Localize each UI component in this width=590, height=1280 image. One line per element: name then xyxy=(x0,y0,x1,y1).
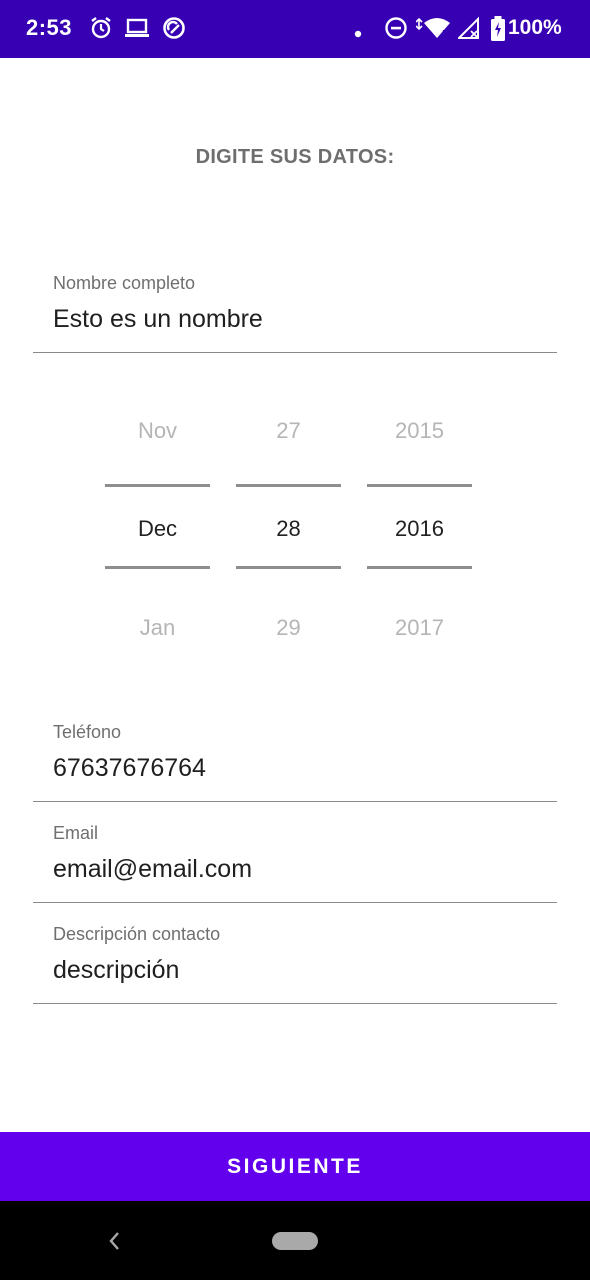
back-chevron-icon[interactable] xyxy=(104,1228,124,1259)
email-field-label: Email xyxy=(53,823,99,843)
day-selected[interactable]: 28 xyxy=(236,516,341,542)
year-next[interactable]: 2017 xyxy=(367,615,472,641)
year-divider-bottom xyxy=(367,566,472,569)
name-field-value[interactable]: Esto es un nombre xyxy=(53,305,263,334)
form-screen: DIGITE SUS DATOS: Nombre completo Esto e… xyxy=(0,58,590,1132)
year-picker[interactable]: 2015 2016 2017 xyxy=(367,378,472,658)
name-field-label: Nombre completo xyxy=(53,273,196,293)
day-divider-top xyxy=(236,484,341,487)
month-picker[interactable]: Nov Dec Jan xyxy=(105,378,210,658)
svg-text:5: 5 xyxy=(442,29,448,38)
do-not-disturb-icon xyxy=(384,16,408,45)
month-prev[interactable]: Nov xyxy=(105,418,210,444)
laptop-icon xyxy=(124,16,150,45)
battery-percent: 100% xyxy=(508,16,562,39)
wifi-icon: 5 xyxy=(415,16,452,45)
description-field-label: Descripción contacto xyxy=(53,924,221,944)
description-field-value[interactable]: descripción xyxy=(53,956,179,985)
year-prev[interactable]: 2015 xyxy=(367,418,472,444)
navigation-bar xyxy=(0,1201,590,1280)
description-field[interactable]: Descripción contacto descripción xyxy=(33,914,557,1004)
status-bar: 2:53 5 100% xyxy=(0,0,590,58)
day-next[interactable]: 29 xyxy=(236,615,341,641)
year-selected[interactable]: 2016 xyxy=(367,516,472,542)
battery-icon xyxy=(490,16,506,47)
phone-field[interactable]: Teléfono 67637676764 xyxy=(33,712,557,802)
year-divider-top xyxy=(367,484,472,487)
home-pill-icon[interactable] xyxy=(272,1232,318,1250)
phone-field-label: Teléfono xyxy=(53,722,122,742)
email-field[interactable]: Email email@email.com xyxy=(33,813,557,903)
day-prev[interactable]: 27 xyxy=(236,418,341,444)
day-picker[interactable]: 27 28 29 xyxy=(236,378,341,658)
signal-icon xyxy=(456,16,480,45)
alarm-icon xyxy=(90,16,112,45)
day-divider-bottom xyxy=(236,566,341,569)
phone-field-value[interactable]: 67637676764 xyxy=(53,754,206,783)
email-field-value[interactable]: email@email.com xyxy=(53,855,252,884)
month-divider-top xyxy=(105,484,210,487)
month-divider-bottom xyxy=(105,566,210,569)
next-button[interactable]: SIGUIENTE xyxy=(0,1132,590,1201)
status-time: 2:53 xyxy=(26,15,73,40)
month-selected[interactable]: Dec xyxy=(105,516,210,542)
sync-icon xyxy=(162,16,186,45)
page-title: DIGITE SUS DATOS: xyxy=(195,146,395,168)
month-next[interactable]: Jan xyxy=(105,615,210,641)
name-field[interactable]: Nombre completo Esto es un nombre xyxy=(33,263,557,353)
dot-icon xyxy=(354,25,362,43)
